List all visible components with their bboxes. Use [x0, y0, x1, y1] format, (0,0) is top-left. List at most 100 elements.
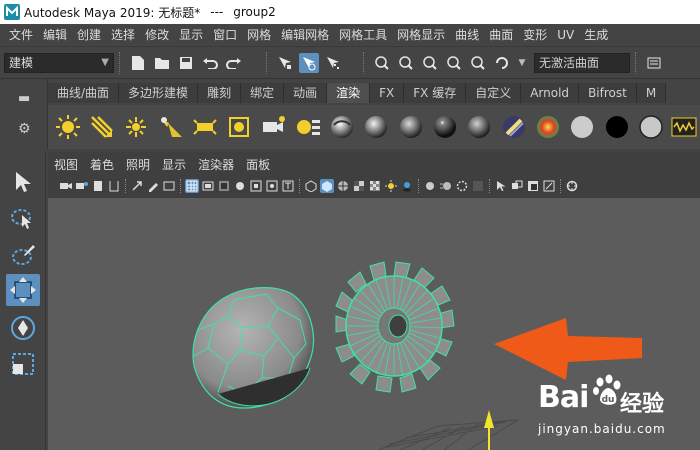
area-light-icon[interactable] [190, 112, 219, 142]
gate-mask-icon[interactable] [217, 179, 231, 193]
chevron-down-icon[interactable]: ▼ [516, 53, 528, 73]
tab-rendering[interactable]: 渲染 [327, 83, 371, 103]
checker-icon[interactable] [368, 179, 382, 193]
depth-of-field-icon[interactable] [471, 179, 485, 193]
snap-surface-icon[interactable] [468, 53, 488, 73]
history-icon[interactable] [644, 53, 664, 73]
point-light-icon[interactable] [122, 112, 151, 142]
menu-generate[interactable]: 生成 [579, 24, 613, 46]
select-component-icon[interactable] [323, 53, 343, 73]
tab-poly-modeling[interactable]: 多边形建模 [119, 83, 199, 103]
surface-shader-icon[interactable] [568, 112, 597, 142]
snap-grid-icon[interactable] [372, 53, 392, 73]
safe-title-icon[interactable] [265, 179, 279, 193]
directional-light-icon[interactable] [87, 112, 116, 142]
tab-curves-surfaces[interactable]: 曲线/曲面 [48, 83, 120, 103]
blinn-icon[interactable] [362, 112, 391, 142]
ramp-shader-icon[interactable] [533, 112, 562, 142]
select-tool-icon[interactable] [6, 166, 40, 198]
lasso-tool-icon[interactable] [6, 202, 40, 234]
menu-windows[interactable]: 窗口 [208, 24, 242, 46]
menu-edit[interactable]: 编辑 [38, 24, 72, 46]
anisotropic-icon[interactable] [465, 112, 494, 142]
menu-uv[interactable]: UV [552, 24, 579, 46]
tab-sculpting[interactable]: 雕刻 [198, 83, 242, 103]
volume-light-icon[interactable] [225, 112, 254, 142]
spot-light-icon[interactable] [156, 112, 185, 142]
camera-light-icon[interactable] [259, 112, 288, 142]
menu-select[interactable]: 选择 [106, 24, 140, 46]
tab-custom[interactable]: 自定义 [466, 83, 522, 103]
menu-set-dropdown[interactable]: 建模 ▼ [4, 52, 114, 73]
menu-mesh-display[interactable]: 网格显示 [392, 24, 450, 46]
live-surface-field[interactable]: 无激活曲面 [534, 52, 630, 73]
hypershade-icon[interactable] [671, 112, 698, 142]
grid-toggle-icon[interactable] [185, 179, 199, 193]
safe-action-icon[interactable] [249, 179, 263, 193]
menu-lines-icon[interactable]: ▬ [18, 91, 30, 106]
rotate-tool-icon[interactable] [6, 312, 40, 344]
panel-menu-view[interactable]: 视图 [48, 156, 84, 174]
new-scene-icon[interactable] [128, 53, 148, 73]
lambert-icon[interactable] [328, 112, 357, 142]
menu-mesh[interactable]: 网格 [242, 24, 276, 46]
ambient-light-icon[interactable] [53, 112, 82, 142]
phong-icon[interactable] [396, 112, 425, 142]
menu-modify[interactable]: 修改 [140, 24, 174, 46]
xray-joints-icon[interactable] [526, 179, 540, 193]
save-scene-icon[interactable] [176, 53, 196, 73]
isolate-select-icon[interactable] [494, 179, 508, 193]
select-hierarchy-icon[interactable] [275, 53, 295, 73]
panel-menu-lighting[interactable]: 照明 [120, 156, 156, 174]
phong-e-icon[interactable] [430, 112, 459, 142]
xray-icon[interactable] [510, 179, 524, 193]
field-chart-icon[interactable] [233, 179, 247, 193]
gear-mesh[interactable] [335, 261, 455, 393]
undo-icon[interactable] [200, 53, 220, 73]
xray-components-icon[interactable] [542, 179, 556, 193]
select-object-icon[interactable] [299, 52, 319, 73]
grease-pencil-icon[interactable] [146, 179, 160, 193]
wireframe-icon[interactable] [304, 179, 318, 193]
menu-file[interactable]: 文件 [4, 24, 38, 46]
panel-menu-renderer[interactable]: 渲染器 [192, 156, 240, 174]
resolution-gate-icon[interactable] [201, 179, 215, 193]
camera-attributes-icon[interactable] [75, 179, 89, 193]
panel-menu-panels[interactable]: 面板 [240, 156, 276, 174]
use-background-icon[interactable] [602, 112, 631, 142]
hud-icon[interactable] [565, 179, 579, 193]
shader-ball-icon[interactable] [636, 112, 665, 142]
snap-view-icon[interactable] [444, 53, 464, 73]
shadows-icon[interactable] [400, 179, 414, 193]
smooth-shade-icon[interactable] [320, 179, 334, 193]
snap-point-icon[interactable] [420, 53, 440, 73]
menu-edit-mesh[interactable]: 编辑网格 [276, 24, 334, 46]
gear-icon[interactable]: ⚙ [18, 121, 31, 137]
make-live-icon[interactable] [492, 53, 512, 73]
two-d-pan-icon[interactable] [130, 179, 144, 193]
snap-curve-icon[interactable] [396, 53, 416, 73]
menu-display[interactable]: 显示 [174, 24, 208, 46]
tab-more[interactable]: M [636, 83, 667, 103]
tab-fx-caching[interactable]: FX 缓存 [404, 83, 467, 103]
layered-shader-icon[interactable] [499, 112, 528, 142]
menu-create[interactable]: 创建 [72, 24, 106, 46]
tab-arnold[interactable]: Arnold [521, 83, 580, 103]
paint-select-tool-icon[interactable] [6, 238, 40, 270]
tab-bifrost[interactable]: Bifrost [579, 83, 637, 103]
textured-icon[interactable] [352, 179, 366, 193]
motion-blur-icon[interactable] [439, 179, 453, 193]
text-overlay-icon[interactable] [281, 179, 295, 193]
menu-deform[interactable]: 变形 [518, 24, 552, 46]
menu-surfaces[interactable]: 曲面 [484, 24, 518, 46]
tab-animation[interactable]: 动画 [284, 83, 328, 103]
wireframe-on-shaded-icon[interactable] [336, 179, 350, 193]
menu-curves[interactable]: 曲线 [450, 24, 484, 46]
soccer-ball-mesh[interactable] [175, 287, 314, 409]
tab-rigging[interactable]: 绑定 [241, 83, 285, 103]
tab-fx[interactable]: FX [370, 83, 405, 103]
camera-select-icon[interactable] [59, 179, 73, 193]
move-manipulator[interactable] [484, 410, 494, 450]
menu-mesh-tools[interactable]: 网格工具 [334, 24, 392, 46]
film-gate-icon[interactable] [162, 179, 176, 193]
